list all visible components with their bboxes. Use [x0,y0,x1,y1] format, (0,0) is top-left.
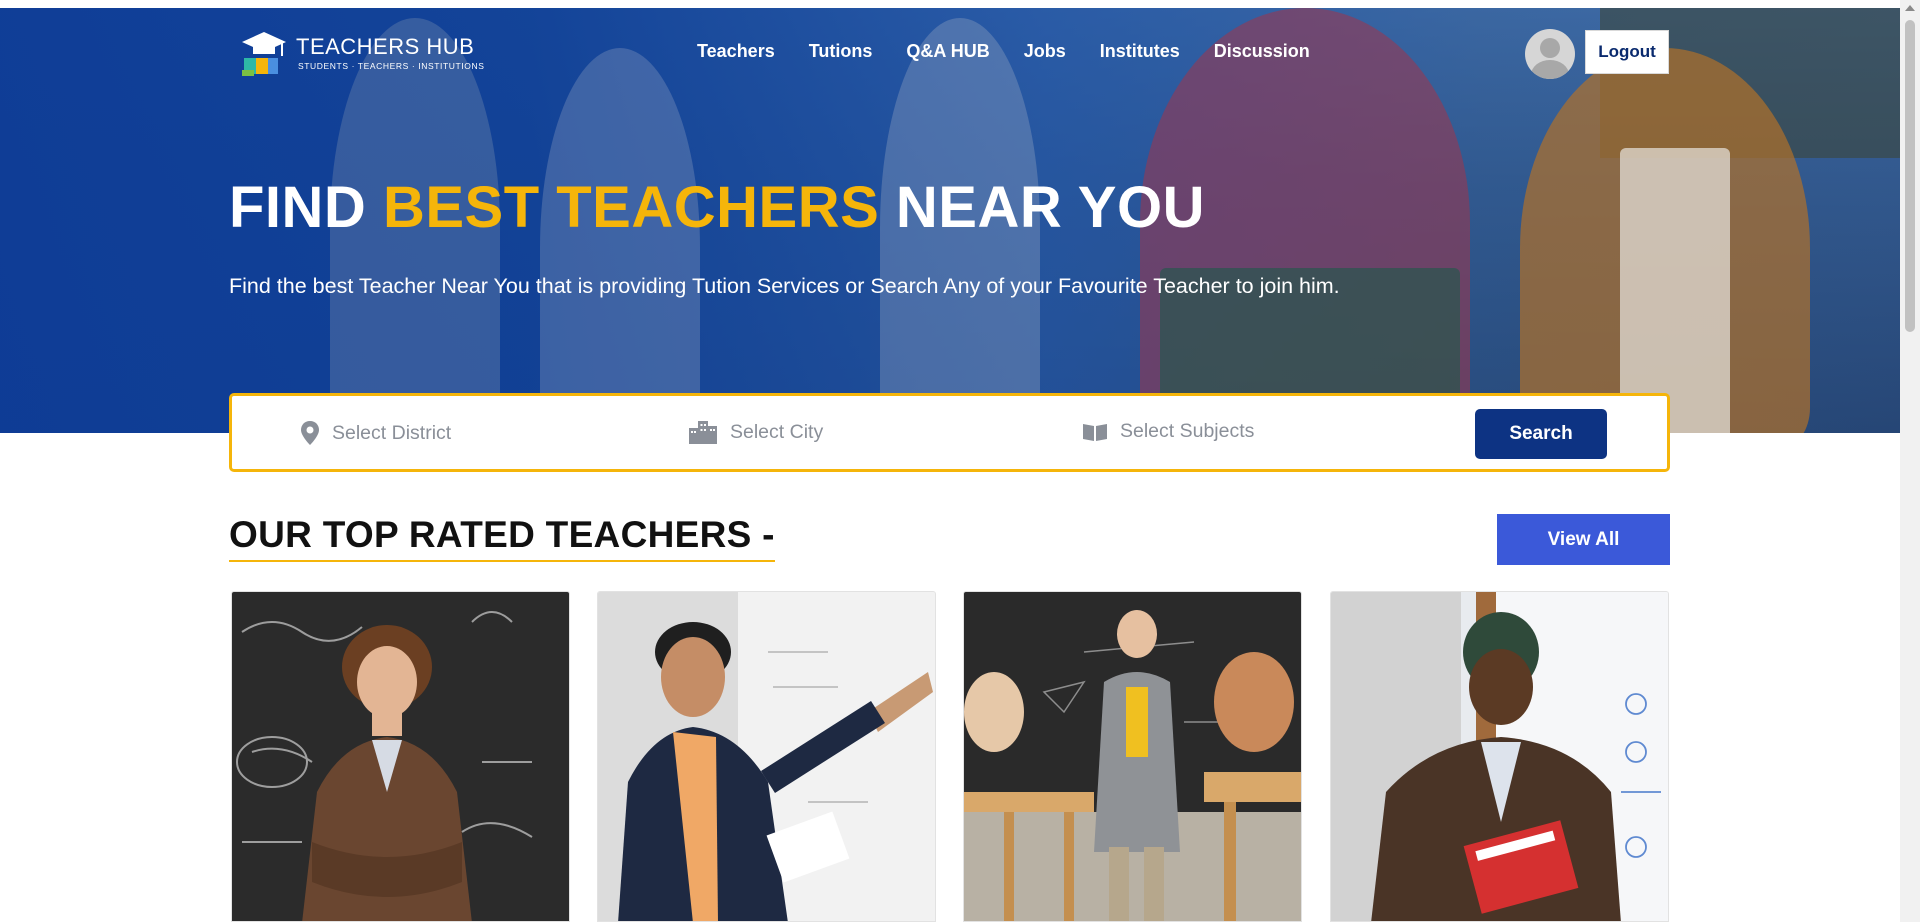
hero-banner: TEACHERS HUB STUDENTS · TEACHERS · INSTI… [0,8,1900,433]
nav-item-institutes[interactable]: Institutes [1100,41,1180,62]
teacher-photo [1331,592,1668,921]
teacher-photo [598,592,935,921]
top-rated-title: OUR TOP RATED TEACHERS - [229,514,775,562]
scrollbar-thumb[interactable] [1905,20,1915,332]
hero-title-highlight: BEST TEACHERS [382,175,880,240]
main-nav: Teachers Tutions Q&A HUB Jobs Institutes… [697,41,1344,62]
nav-item-jobs[interactable]: Jobs [1024,41,1066,62]
city-select[interactable]: Select City [688,420,823,444]
teacher-card[interactable] [231,591,570,922]
graduation-cap-icon [242,32,286,76]
top-strip [0,0,1920,8]
teacher-card[interactable] [597,591,936,922]
view-all-button[interactable]: View All [1497,514,1670,565]
avatar-body [1531,60,1569,79]
subjects-placeholder: Select Subjects [1120,420,1255,442]
nav-item-qa-hub[interactable]: Q&A HUB [906,41,989,62]
search-bar: Select District Select City Select Subje… [229,393,1670,472]
logout-button[interactable]: Logout [1585,30,1669,74]
district-select[interactable]: Select District [300,420,451,446]
teacher-card[interactable] [1330,591,1669,922]
district-placeholder: Select District [332,421,452,444]
nav-item-tutions[interactable]: Tutions [809,41,873,62]
brand-tagline: STUDENTS · TEACHERS · INSTITUTIONS [298,61,485,71]
nav-item-discussion[interactable]: Discussion [1214,41,1310,62]
location-pin-icon [301,421,319,445]
search-button[interactable]: Search [1475,409,1607,459]
teacher-photo [964,592,1301,921]
hero-title: FIND BEST TEACHERS NEAR YOU [229,174,1205,241]
teacher-card[interactable] [963,591,1302,922]
hero-title-part2: NEAR YOU [879,175,1205,240]
subjects-select[interactable]: Select Subjects [1082,420,1254,443]
city-placeholder: Select City [730,420,824,443]
scroll-up-arrow-icon[interactable] [1905,5,1915,11]
hero-title-part1: FIND [229,175,383,240]
nav-item-teachers[interactable]: Teachers [697,41,775,62]
open-book-icon [1083,423,1107,441]
avatar-head [1540,38,1560,58]
hero-photo-figure [1620,148,1730,433]
city-buildings-icon [689,421,717,444]
hero-description: Find the best Teacher Near You that is p… [229,274,1340,298]
teacher-photo [232,592,569,921]
page-scrollbar[interactable] [1900,0,1920,922]
brand-name: TEACHERS HUB [296,34,475,59]
user-avatar[interactable] [1525,29,1575,79]
brand-logo[interactable]: TEACHERS HUB STUDENTS · TEACHERS · INSTI… [238,28,484,80]
